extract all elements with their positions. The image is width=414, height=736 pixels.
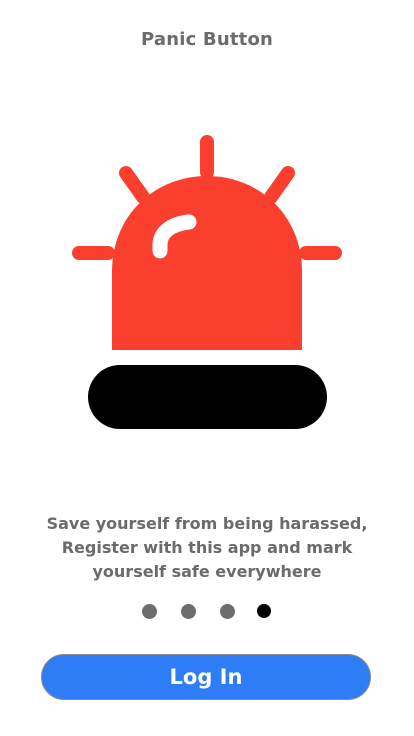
- description-line: Register with this app and mark: [61, 538, 353, 557]
- login-button[interactable]: Log In: [41, 654, 371, 700]
- page-indicator: [0, 604, 414, 620]
- description-line: yourself safe everywhere: [92, 562, 322, 581]
- page-dot-1[interactable]: [142, 604, 157, 619]
- page-dot-4[interactable]: [257, 604, 271, 618]
- onboarding-description: Save yourself from being harassed, Regis…: [40, 512, 374, 584]
- page-dot-2[interactable]: [181, 604, 196, 619]
- description-line: Save yourself from being harassed,: [46, 514, 368, 533]
- page-dot-3[interactable]: [220, 604, 235, 619]
- siren-base: [88, 365, 327, 429]
- siren-ray-top-left: [119, 166, 150, 204]
- siren-ray-top-right: [264, 166, 295, 204]
- alarm-siren-icon: [72, 135, 342, 429]
